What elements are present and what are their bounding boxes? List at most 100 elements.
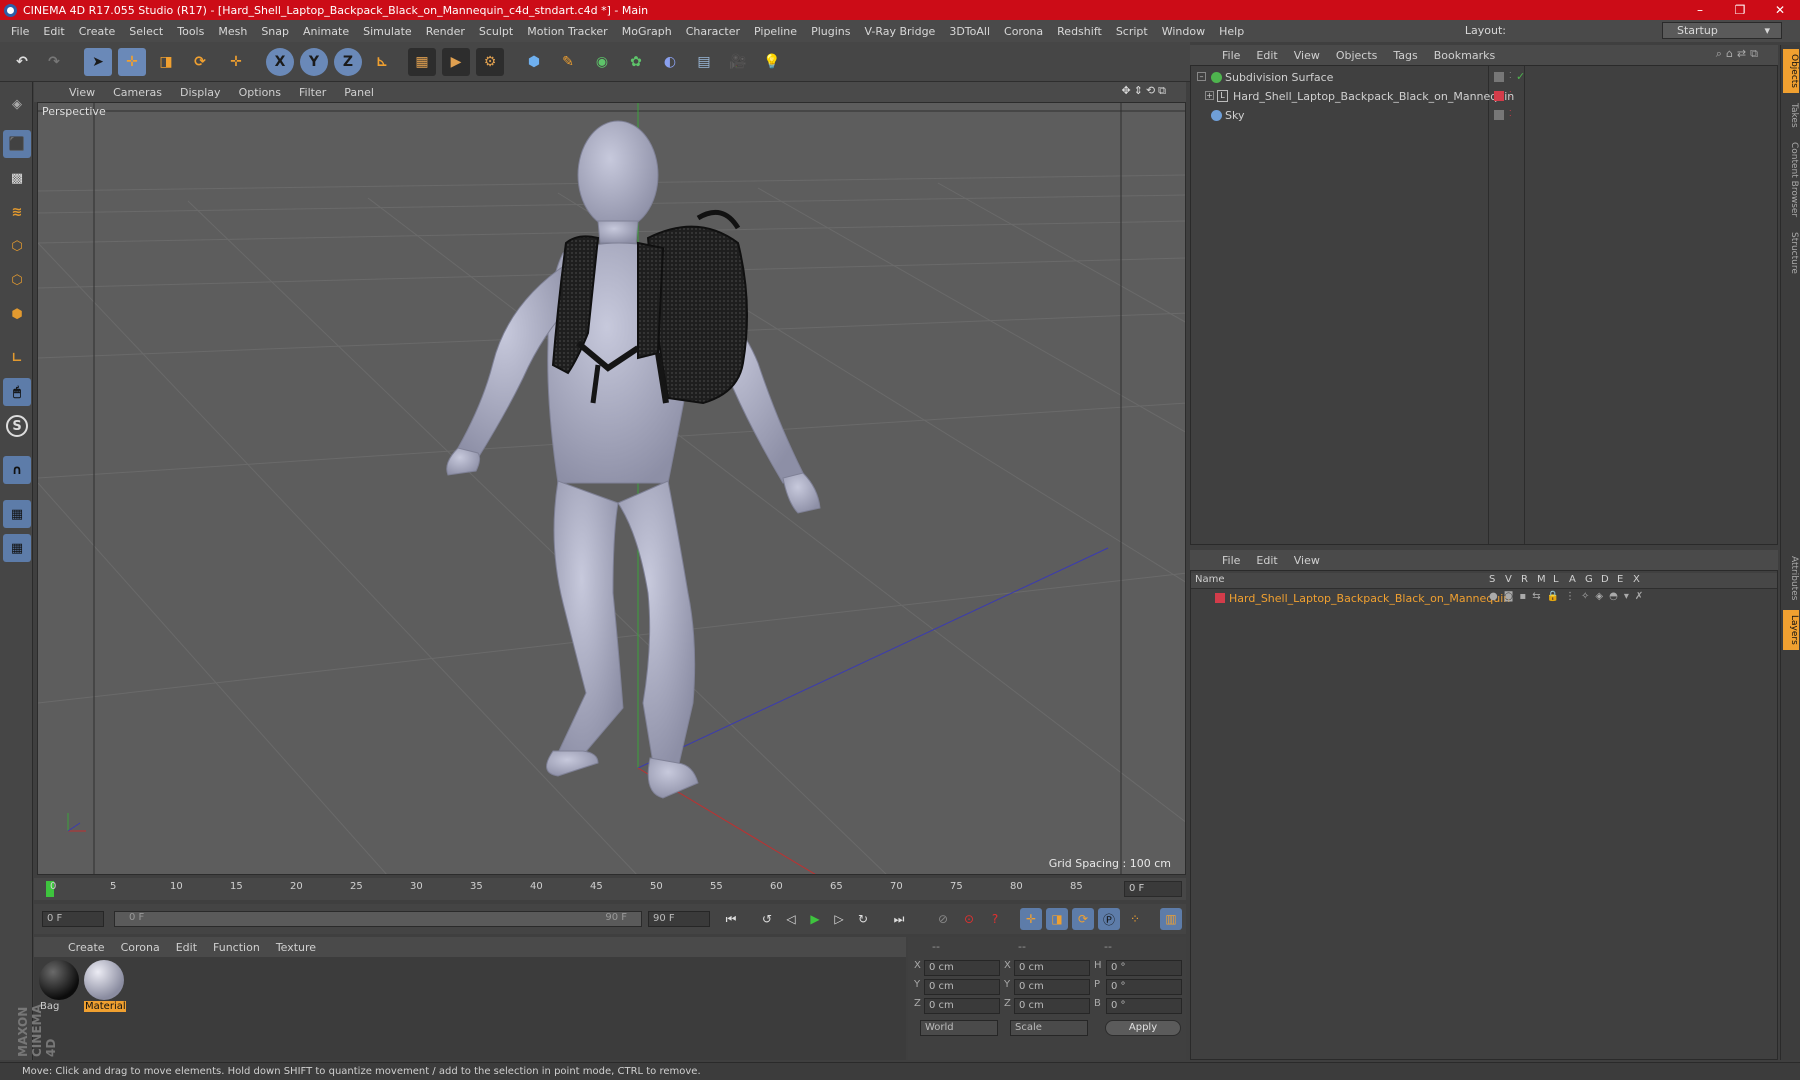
material-menu-create[interactable]: Create: [60, 941, 113, 954]
viewport-menu-display[interactable]: Display: [171, 86, 230, 99]
menu-file[interactable]: File: [4, 25, 36, 38]
viewport-nav-icons[interactable]: ✥⇕⟲⧉: [1112, 84, 1178, 98]
model-mode-button[interactable]: ⬛: [3, 130, 31, 158]
apply-button[interactable]: Apply: [1105, 1020, 1181, 1036]
viewport-camera-label[interactable]: Perspective: [42, 105, 106, 118]
visibility-dots[interactable]: ⁚: [1509, 109, 1512, 118]
previous-frame-button[interactable]: ◁: [780, 908, 802, 930]
object-row-subdivision-surface[interactable]: – Subdivision Surface ⁚ ✓: [1191, 69, 1777, 87]
material-menu-texture[interactable]: Texture: [268, 941, 324, 954]
position-y-field[interactable]: 0 cm: [924, 979, 1000, 995]
next-frame-button[interactable]: ▷: [828, 908, 850, 930]
menu-motion-tracker[interactable]: Motion Tracker: [520, 25, 614, 38]
planar-workplane-button[interactable]: ▦: [3, 534, 31, 562]
rotate-tool-button[interactable]: ⟳: [186, 48, 214, 76]
col-manager[interactable]: M: [1537, 574, 1546, 585]
x-axis-button[interactable]: X: [266, 48, 294, 76]
layer-swatch[interactable]: [1494, 110, 1504, 120]
maximize-button[interactable]: ❐: [1720, 0, 1760, 20]
axis-mode-button[interactable]: ∟: [3, 344, 31, 372]
add-camera-button[interactable]: 🎥: [724, 48, 752, 76]
tab-layers[interactable]: Layers: [1783, 610, 1799, 650]
viewport-menu-filter[interactable]: Filter: [290, 86, 335, 99]
size-x-field[interactable]: 0 cm: [1014, 960, 1090, 976]
polygons-mode-button[interactable]: ⬢: [3, 300, 31, 328]
col-animation[interactable]: A: [1569, 574, 1576, 585]
add-deformer-button[interactable]: ◐: [656, 48, 684, 76]
menu-pipeline[interactable]: Pipeline: [747, 25, 804, 38]
undo-button[interactable]: ↶: [8, 48, 36, 76]
play-button[interactable]: ▶: [804, 908, 826, 930]
tab-attributes[interactable]: Attributes: [1783, 550, 1799, 606]
object-menu-tags[interactable]: Tags: [1385, 49, 1425, 62]
record-keys-button[interactable]: ⊙: [958, 908, 980, 930]
menu-simulate[interactable]: Simulate: [356, 25, 419, 38]
points-mode-button[interactable]: ⬡: [3, 232, 31, 260]
layer-swatch[interactable]: [1494, 91, 1504, 101]
size-mode-select[interactable]: Scale: [1010, 1020, 1088, 1036]
render-view-button[interactable]: ▦: [408, 48, 436, 76]
object-menu-file[interactable]: File: [1214, 49, 1248, 62]
object-menu-edit[interactable]: Edit: [1248, 49, 1285, 62]
next-keyframe-button[interactable]: ↻: [852, 908, 874, 930]
material-menu-corona[interactable]: Corona: [113, 941, 168, 954]
live-selection-button[interactable]: ➤: [84, 48, 112, 76]
snap-button[interactable]: ∩: [3, 456, 31, 484]
start-frame-field[interactable]: 0 F: [42, 911, 104, 927]
menu-3dtoall[interactable]: 3DToAll: [942, 25, 997, 38]
col-render[interactable]: R: [1521, 574, 1528, 585]
menu-mograph[interactable]: MoGraph: [615, 25, 679, 38]
motion-path-button[interactable]: ⊘: [932, 908, 954, 930]
y-axis-button[interactable]: Y: [300, 48, 328, 76]
key-parameter-button[interactable]: Ⓟ: [1098, 908, 1120, 930]
add-floor-button[interactable]: ▤: [690, 48, 718, 76]
menu-create[interactable]: Create: [72, 25, 123, 38]
viewport-menu-options[interactable]: Options: [230, 86, 290, 99]
3d-viewport[interactable]: Perspective Grid Spacing : 100 cm: [37, 102, 1186, 875]
size-y-field[interactable]: 0 cm: [1014, 979, 1090, 995]
tab-content-browser[interactable]: Content Browser: [1783, 137, 1799, 223]
redo-button[interactable]: ↷: [40, 48, 68, 76]
key-position-button[interactable]: ✛: [1020, 908, 1042, 930]
menu-edit[interactable]: Edit: [36, 25, 71, 38]
coordinate-mode-select[interactable]: World: [920, 1020, 998, 1036]
go-to-start-button[interactable]: ⏮: [720, 908, 742, 930]
layer-swatch[interactable]: [1494, 72, 1504, 82]
col-locked[interactable]: L: [1553, 574, 1559, 585]
timeline-ruler[interactable]: 051015202530354045505560657075808590 0 F: [34, 878, 1186, 900]
texture-mode-button[interactable]: ▩: [3, 164, 31, 192]
layer-color-swatch[interactable]: [1215, 593, 1225, 603]
rotation-h-field[interactable]: 0 °: [1106, 960, 1182, 976]
visibility-dots[interactable]: ⁚: [1509, 90, 1512, 99]
menu-plugins[interactable]: Plugins: [804, 25, 857, 38]
previous-keyframe-button[interactable]: ↺: [756, 908, 778, 930]
menu-select[interactable]: Select: [122, 25, 170, 38]
tab-structure[interactable]: Structure: [1783, 227, 1799, 279]
frame-range-slider[interactable]: 0 F 90 F: [114, 911, 642, 927]
close-button[interactable]: ✕: [1760, 0, 1800, 20]
key-scale-button[interactable]: ◨: [1046, 908, 1068, 930]
autokey-button[interactable]: ?: [984, 908, 1006, 930]
current-frame-field[interactable]: 0 F: [1124, 881, 1182, 897]
add-light-button[interactable]: 💡: [758, 48, 786, 76]
menu-character[interactable]: Character: [679, 25, 747, 38]
rotation-p-field[interactable]: 0 °: [1106, 979, 1182, 995]
viewport-menu-cameras[interactable]: Cameras: [104, 86, 171, 99]
layer-row[interactable]: Hard_Shell_Laptop_Backpack_Black_on_Mann…: [1191, 590, 1777, 608]
menu-render[interactable]: Render: [419, 25, 472, 38]
menu-mesh[interactable]: Mesh: [211, 25, 254, 38]
menu-animate[interactable]: Animate: [296, 25, 356, 38]
col-solo[interactable]: S: [1489, 574, 1495, 585]
add-subdivision-button[interactable]: ◉: [588, 48, 616, 76]
object-menu-bookmarks[interactable]: Bookmarks: [1426, 49, 1503, 62]
col-generators[interactable]: G: [1585, 574, 1593, 585]
position-z-field[interactable]: 0 cm: [924, 998, 1000, 1014]
menu-sculpt[interactable]: Sculpt: [472, 25, 520, 38]
end-frame-field[interactable]: 90 F: [648, 911, 710, 927]
timeline-window-button[interactable]: ▥: [1160, 908, 1182, 930]
viewport-menu-view[interactable]: View: [60, 86, 104, 99]
object-menu-view[interactable]: View: [1286, 49, 1328, 62]
move-tool-button[interactable]: ✛: [118, 48, 146, 76]
lock-workplane-button[interactable]: ▦: [3, 500, 31, 528]
col-deformers[interactable]: D: [1601, 574, 1609, 585]
